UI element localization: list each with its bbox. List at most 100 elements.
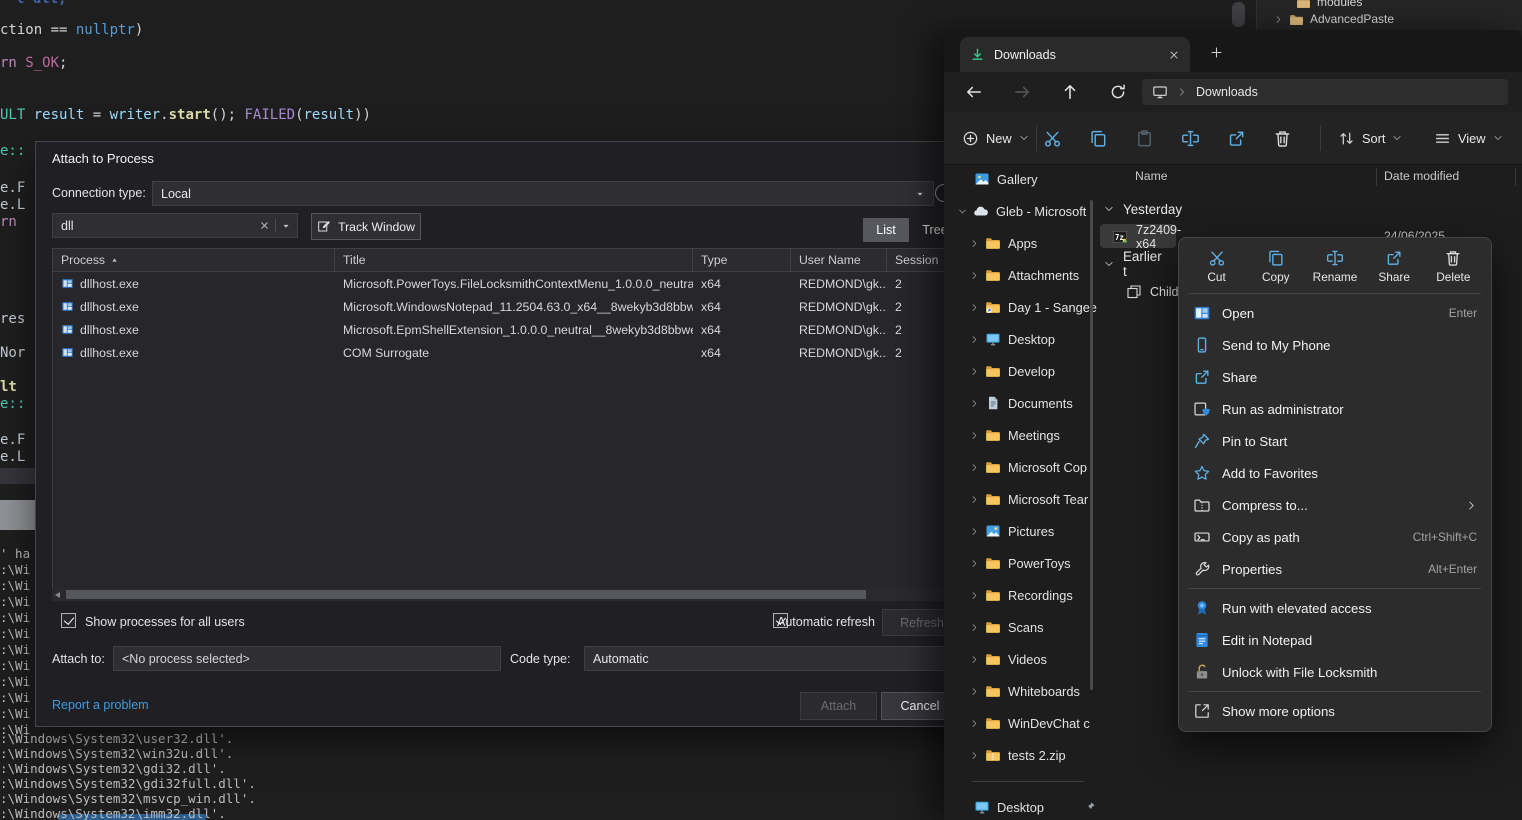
chevron-right-icon[interactable] — [970, 367, 979, 376]
chevron-right-icon[interactable] — [970, 271, 979, 280]
sidebar-item-scans[interactable]: Scans — [948, 611, 1120, 643]
table-row[interactable]: dllhost.exeMicrosoft.PowerToys.FileLocks… — [53, 272, 1005, 295]
menu-item-share[interactable]: Share — [1183, 361, 1487, 393]
tab-downloads[interactable]: Downloads — [960, 37, 1190, 72]
table-row[interactable]: dllhost.exeCOM Surrogatex64REDMOND\gk...… — [53, 341, 1005, 364]
chevron-right-icon[interactable] — [970, 591, 979, 600]
sidebar-item-apps[interactable]: Apps — [948, 227, 1120, 259]
column-divider[interactable] — [1515, 168, 1516, 186]
chevron-right-icon[interactable] — [970, 335, 979, 344]
menu-item-edit-in-notepad[interactable]: Edit in Notepad — [1183, 624, 1487, 656]
sidebar-item-desktop[interactable]: Desktop — [948, 323, 1120, 355]
file-group-header-earlier-t[interactable]: Earlier t — [1104, 250, 1162, 278]
sidebar-item-gallery[interactable]: Gallery — [948, 163, 1108, 195]
horizontal-scrollbar[interactable] — [52, 588, 1004, 601]
menu-item-properties[interactable]: PropertiesAlt+Enter — [1183, 553, 1487, 585]
chevron-down-icon[interactable] — [281, 221, 291, 231]
up-button[interactable] — [1061, 83, 1079, 101]
tree-item-advancedpaste[interactable]: AdvancedPaste — [1274, 9, 1394, 29]
menu-item-unlock-with-file-locksmith[interactable]: Unlock with File Locksmith — [1183, 656, 1487, 688]
delete-button[interactable] — [1263, 121, 1301, 155]
menu-item-run-as-administrator[interactable]: Run as administrator — [1183, 393, 1487, 425]
this-pc-icon[interactable] — [1152, 84, 1168, 100]
back-button[interactable] — [965, 83, 983, 101]
column-header-user-name[interactable]: User Name — [791, 249, 887, 271]
menu-item-copy-as-path[interactable]: Copy as pathCtrl+Shift+C — [1183, 521, 1487, 553]
sidebar-item-whiteboards[interactable]: Whiteboards — [948, 675, 1120, 707]
quick-action-share[interactable]: Share — [1366, 249, 1422, 284]
refresh-button[interactable] — [1109, 83, 1127, 101]
chevron-right-icon[interactable] — [970, 495, 979, 504]
chevron-down-icon[interactable] — [1104, 259, 1114, 269]
forward-button[interactable] — [1013, 83, 1031, 101]
quick-action-delete[interactable]: Delete — [1425, 249, 1481, 284]
scrollbar-thumb[interactable] — [1232, 2, 1245, 27]
table-row[interactable]: dllhost.exeMicrosoft.EpmShellExtension_1… — [53, 318, 1005, 341]
cut-button[interactable] — [1033, 121, 1071, 155]
chevron-right-icon[interactable] — [970, 751, 979, 760]
sidebar-scrollbar[interactable] — [1090, 200, 1093, 690]
column-header-process[interactable]: Process — [53, 249, 335, 271]
address-bar[interactable]: Downloads — [1142, 79, 1508, 105]
attach-button[interactable]: Attach — [800, 692, 877, 720]
file-row-childl[interactable]: Childl — [1126, 278, 1181, 305]
quick-action-cut[interactable]: Cut — [1189, 249, 1245, 284]
chevron-down-icon[interactable] — [958, 207, 967, 216]
chevron-right-icon[interactable] — [970, 303, 979, 312]
menu-item-show-more-options[interactable]: Show more options — [1183, 695, 1487, 727]
paste-button[interactable] — [1125, 121, 1163, 155]
breadcrumb-location[interactable]: Downloads — [1196, 85, 1258, 99]
sidebar-item-tests-2-zip[interactable]: tests 2.zip — [948, 739, 1120, 771]
clear-filter-icon[interactable] — [259, 220, 270, 231]
sidebar-item-documents[interactable]: Documents — [948, 387, 1120, 419]
scrollbar-thumb[interactable] — [66, 590, 866, 599]
sidebar-item-windevchat-c[interactable]: WinDevChat c — [948, 707, 1120, 739]
track-window-button[interactable]: Track Window — [311, 213, 421, 240]
column-divider[interactable] — [1376, 168, 1377, 186]
chevron-right-icon[interactable] — [970, 719, 979, 728]
rename-button[interactable] — [1171, 121, 1209, 155]
chevron-right-icon[interactable] — [970, 239, 979, 248]
sidebar-item-gleb-microsoft[interactable]: Gleb - Microsoft — [948, 195, 1108, 227]
sidebar-item-pictures[interactable]: Pictures — [948, 515, 1120, 547]
column-header-name[interactable]: Name — [1135, 169, 1168, 183]
menu-item-add-to-favorites[interactable]: Add to Favorites — [1183, 457, 1487, 489]
new-tab-button[interactable] — [1204, 40, 1228, 64]
chevron-right-icon[interactable] — [970, 623, 979, 632]
view-list-toggle[interactable]: List — [863, 218, 909, 242]
process-filter-input[interactable]: dll — [52, 213, 298, 238]
sidebar-item-powertoys[interactable]: PowerToys — [948, 547, 1120, 579]
chevron-right-icon[interactable] — [970, 463, 979, 472]
table-row[interactable]: dllhost.exeMicrosoft.WindowsNotepad_11.2… — [53, 295, 1005, 318]
menu-item-open[interactable]: OpenEnter — [1183, 297, 1487, 329]
file-group-header-yesterday[interactable]: Yesterday — [1104, 195, 1182, 223]
chevron-right-icon[interactable] — [970, 431, 979, 440]
view-button[interactable]: View — [1428, 121, 1509, 155]
report-problem-link[interactable]: Report a problem — [52, 698, 149, 712]
share-button[interactable] — [1217, 121, 1255, 155]
sidebar-item-day-1-sangee[interactable]: Day 1 - Sangee — [948, 291, 1120, 323]
sort-button[interactable]: Sort — [1332, 121, 1408, 155]
sidebar-item-microsoft-cop[interactable]: Microsoft Cop — [948, 451, 1120, 483]
show-processes-checkbox[interactable] — [61, 613, 76, 628]
column-header-date-modified[interactable]: Date modified — [1384, 169, 1459, 183]
menu-item-pin-to-start[interactable]: Pin to Start — [1183, 425, 1487, 457]
copy-button[interactable] — [1079, 121, 1117, 155]
chevron-right-icon[interactable] — [970, 399, 979, 408]
menu-item-send-to-my-phone[interactable]: Send to My Phone — [1183, 329, 1487, 361]
menu-item-run-with-elevated-access[interactable]: Run with elevated access — [1183, 592, 1487, 624]
sidebar-item-attachments[interactable]: Attachments — [948, 259, 1120, 291]
connection-type-select[interactable]: Local — [152, 181, 934, 206]
sidebar-item-develop[interactable]: Develop — [948, 355, 1120, 387]
chevron-down-icon[interactable] — [1104, 204, 1114, 214]
quick-action-rename[interactable]: Rename — [1307, 249, 1363, 284]
close-tab-icon[interactable] — [1168, 49, 1180, 61]
chevron-right-icon[interactable] — [1274, 15, 1283, 24]
chevron-right-icon[interactable] — [970, 527, 979, 536]
sidebar-item-microsoft-tear[interactable]: Microsoft Tear — [948, 483, 1120, 515]
column-header-title[interactable]: Title — [335, 249, 693, 271]
chevron-right-icon[interactable] — [970, 559, 979, 568]
sidebar-item-videos[interactable]: Videos — [948, 643, 1120, 675]
column-header-type[interactable]: Type — [693, 249, 791, 271]
sidebar-item-meetings[interactable]: Meetings — [948, 419, 1120, 451]
